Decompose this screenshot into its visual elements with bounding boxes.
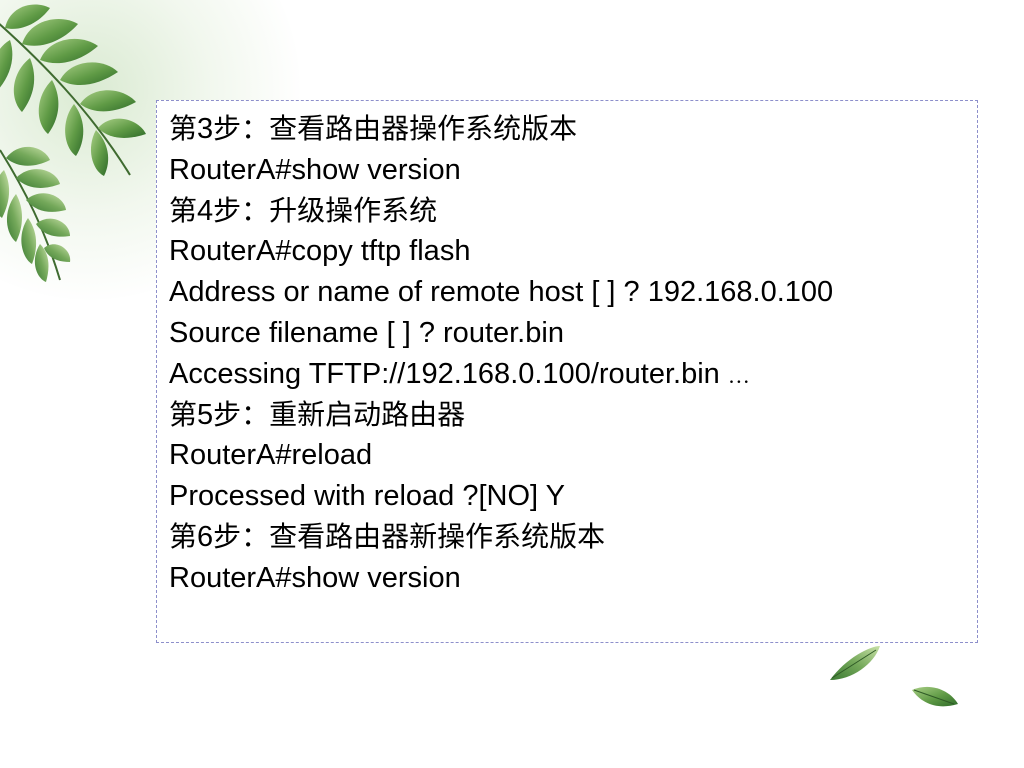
command-line: Accessing TFTP://192.168.0.100/router.bi… [169,357,750,390]
command-line: Source filename [ ] ? router.bin [169,316,564,349]
command-line: Address or name of remote host [ ] ? 192… [169,276,834,309]
command-line: RouterA#show version [169,153,461,186]
command-line: Processed with reload ?[NO] Y [169,480,565,513]
step-4-heading: 第4步：升级操作系统 [169,194,438,227]
step-5-heading: 第5步：重新启动路由器 [169,398,466,431]
slide: 第3步：查看路由器操作系统版本 RouterA#show version 第4步… [0,0,1024,768]
step-6-heading: 第6步：查看路由器新操作系统版本 [169,520,606,553]
command-line: RouterA#show version [169,561,461,594]
command-line: RouterA#reload [169,439,373,472]
step-3-heading: 第3步：查看路由器操作系统版本 [169,113,578,145]
text-box: 第3步：查看路由器操作系统版本 RouterA#show version 第4步… [156,100,978,643]
command-line: RouterA#copy tftp flash [169,235,471,268]
